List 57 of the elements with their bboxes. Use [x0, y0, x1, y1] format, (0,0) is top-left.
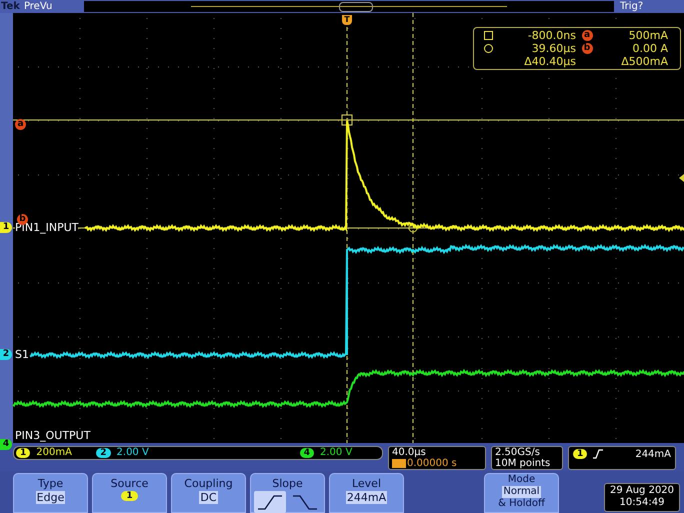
menu-button[interactable]: Type Edge [13, 473, 88, 513]
menu-title: Type [38, 477, 64, 490]
readout-value: 39.60µs [532, 42, 576, 55]
channel-marker[interactable]: 2 [0, 349, 12, 360]
channel-badge: 4 [300, 448, 314, 458]
menu-value: DC [199, 491, 218, 504]
channel-badge: 1 [573, 449, 588, 459]
trace-label: PIN3_OUTPUT [15, 430, 90, 441]
channel-marker[interactable]: 4 [0, 439, 12, 450]
trigger-status: Trig? [620, 2, 644, 12]
timebase-scale: 40.0µs [392, 447, 427, 458]
channel-scale: 200mA [36, 448, 73, 458]
sample-rate: 2.50GS/s [495, 447, 541, 458]
trigger-level: 244mA [635, 449, 671, 460]
menu-value: 244mA [346, 491, 388, 504]
channel-badge: 1 [121, 491, 138, 501]
trigger-level-icon [679, 174, 684, 182]
readout-value: 0.00 A [632, 42, 668, 55]
date: 29 Aug 2020 [608, 485, 676, 497]
menu-title: Mode [508, 474, 536, 486]
mode-label: PreVu [24, 2, 54, 12]
rising-edge-icon [593, 449, 604, 459]
channel-scale: 2.00 V [116, 448, 150, 458]
cursor-marker: b [582, 43, 592, 54]
menu-title: Level [352, 477, 382, 490]
channel-badge: 2 [96, 448, 111, 458]
menu-title: Slope [272, 477, 303, 490]
readout-value: 500mA [628, 29, 668, 42]
trigger-position-icon [392, 459, 406, 468]
menu-button[interactable]: Slope [250, 473, 325, 513]
menu-title: Coupling [184, 477, 233, 490]
menu-button[interactable]: Mode Normal & Holdoff [484, 473, 559, 513]
readout-value: -800.0ns [528, 29, 576, 42]
trigger-position: 0.00000 s [407, 458, 457, 469]
menu-button[interactable]: Source 1 [92, 473, 167, 513]
square-icon [484, 31, 492, 40]
time: 10:54:49 [618, 497, 666, 509]
readout-value: Δ500mA [621, 55, 668, 68]
menu-title: Source [110, 477, 148, 490]
menu-value: & Holdoff [498, 498, 545, 510]
channel-scale: 2.00 V [320, 448, 354, 458]
record-length: 10M points [495, 458, 552, 469]
menu-value: Normal [502, 486, 541, 498]
readout-value: Δ40.40µs [524, 55, 576, 68]
menu-button[interactable]: Coupling DC [171, 473, 246, 513]
trace-label: PIN1_INPUT [15, 222, 78, 233]
brand-logo: Tek [0, 2, 21, 12]
rising-slope-option[interactable] [254, 491, 286, 513]
channel-marker[interactable]: 1 [0, 222, 12, 233]
cursor-marker: a [582, 30, 592, 41]
menu-button[interactable]: Level 244mA [329, 473, 404, 513]
trace-label: S1 [15, 349, 29, 360]
menu-value: Edge [36, 491, 66, 504]
trigger-marker: T [342, 15, 352, 25]
channel-badge: 1 [16, 448, 30, 458]
cursor-square-icon [342, 114, 352, 126]
cursor-circle-icon [408, 224, 418, 232]
